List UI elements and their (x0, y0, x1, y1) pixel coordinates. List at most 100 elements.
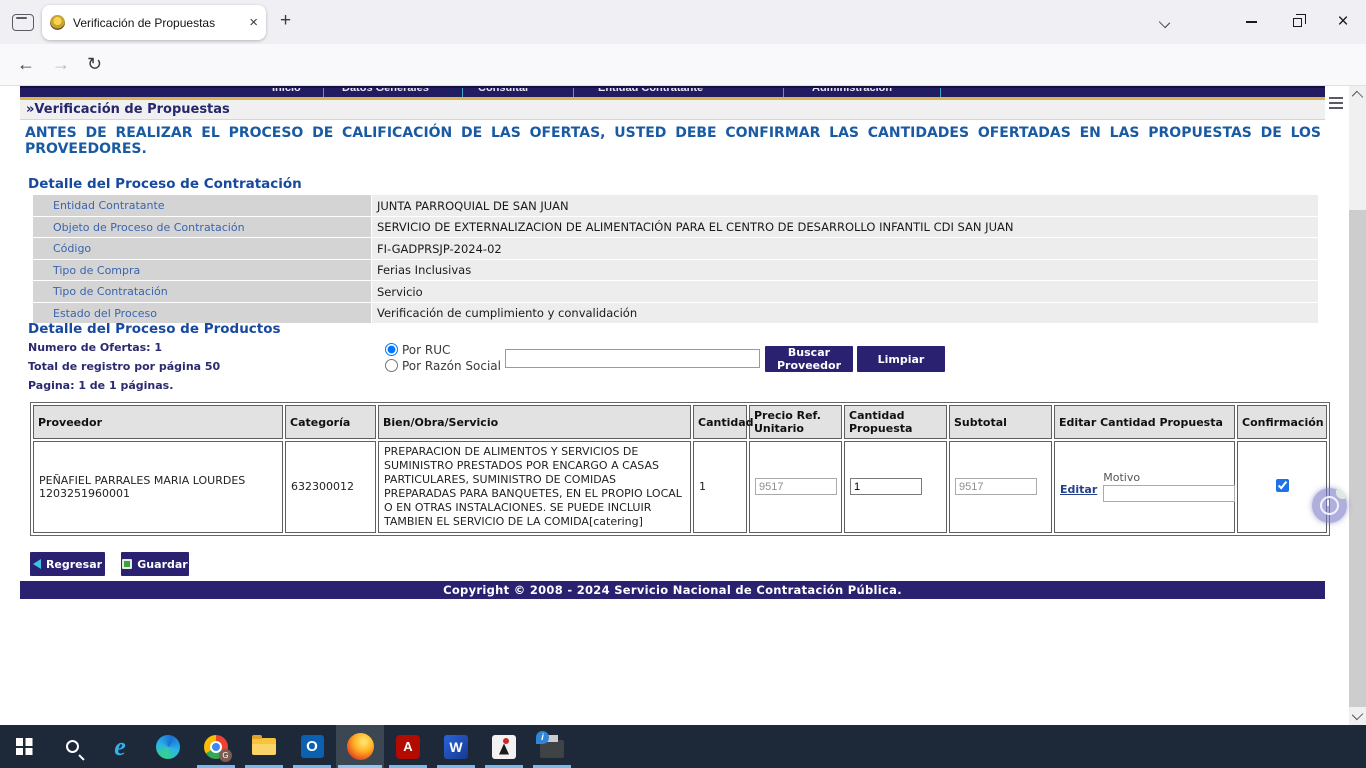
col-confirmacion: Confirmación (1237, 405, 1327, 439)
detail-row: Entidad ContratanteJUNTA PARROQUIAL DE S… (33, 195, 1318, 216)
acrobat-icon: A (396, 735, 420, 759)
guardar-button[interactable]: Guardar (121, 552, 189, 576)
motivo-input[interactable] (1103, 485, 1235, 502)
list-all-tabs-icon[interactable] (1159, 17, 1170, 28)
col-bien-obra-servicio: Bien/Obra/Servicio (378, 405, 691, 439)
window-minimize-button[interactable] (1228, 0, 1274, 44)
tab-title: Verificación de Propuestas (73, 16, 243, 30)
detail-row: CódigoFI-GADPRSJP-2024-02 (33, 238, 1318, 259)
taskbar-print-tool[interactable]: i (528, 725, 576, 768)
breadcrumb: »Verificación de Propuestas (20, 100, 1325, 117)
scrollbar-thumb[interactable] (1349, 210, 1366, 707)
radio-por-ruc-input[interactable] (385, 343, 398, 356)
forward-button[interactable]: → (52, 54, 70, 75)
outlook-icon: O (301, 735, 324, 758)
internet-explorer-icon: e (114, 734, 126, 760)
detail-row: Tipo de ContrataciónServicio (33, 281, 1318, 302)
radio-por-ruc[interactable]: Por RUC (385, 343, 501, 357)
col-categoria: Categoría (285, 405, 376, 439)
scroll-up-icon[interactable] (1352, 91, 1363, 102)
site-nav-bar: Inicio Datos Generales Consultar Entidad… (20, 86, 1325, 97)
window-restore-button[interactable] (1274, 0, 1320, 44)
search-icon (66, 740, 79, 753)
cell-editar: Editar Motivo (1054, 441, 1235, 533)
folder-icon (252, 738, 276, 755)
detail-contratacion-table: Entidad ContratanteJUNTA PARROQUIAL DE S… (33, 195, 1318, 324)
screen: Verificación de Propuestas × + × ← → ↻ h… (0, 0, 1366, 768)
cell-cantidad-propuesta (844, 441, 947, 533)
taskbar-search-button[interactable] (48, 725, 96, 768)
radio-por-razon-social[interactable]: Por Razón Social (385, 359, 501, 373)
firefox-view-icon[interactable] (12, 14, 34, 31)
taskbar-java-app[interactable] (480, 725, 528, 768)
taskbar-word[interactable]: W (432, 725, 480, 768)
reload-button[interactable]: ↻ (87, 54, 102, 75)
taskbar-edge[interactable] (144, 725, 192, 768)
warning-message: ANTES DE REALIZAR EL PROCESO DE CALIFICA… (25, 125, 1321, 157)
taskbar-file-explorer[interactable] (240, 725, 288, 768)
vertical-scrollbar[interactable] (1349, 86, 1366, 725)
col-subtotal: Subtotal (949, 405, 1052, 439)
browser-tab-strip: Verificación de Propuestas × + × (0, 0, 1366, 44)
cell-confirmacion (1237, 441, 1327, 533)
precio-ref-input (755, 478, 837, 495)
cantidad-propuesta-input[interactable] (850, 478, 922, 495)
subtotal-input (955, 478, 1037, 495)
site-favicon-icon (50, 15, 65, 30)
taskbar-ie[interactable]: e (96, 725, 144, 768)
web-page: Inicio Datos Generales Consultar Entidad… (20, 86, 1325, 725)
save-icon (122, 559, 132, 569)
section-title-contratacion: Detalle del Proceso de Contratación (28, 176, 302, 192)
detail-row: Estado del ProcesoVerificación de cumpli… (33, 303, 1318, 324)
limpiar-button[interactable]: Limpiar (857, 346, 945, 372)
browser-toolbar: ← → ↻ https://www.compraspublicas.gob.ec… (0, 44, 1366, 86)
info-bubble-icon: i (536, 731, 549, 744)
search-type-radios: Por RUC Por Razón Social (385, 343, 501, 375)
motivo-label: Motivo (1103, 471, 1235, 484)
menu-hamburger-icon[interactable] (1329, 97, 1343, 109)
java-app-icon (492, 735, 516, 759)
taskbar-outlook[interactable]: O (288, 725, 336, 768)
cell-subtotal (949, 441, 1052, 533)
col-cantidad-propuesta: Cantidad Propuesta (844, 405, 947, 439)
table-header-row: Proveedor Categoría Bien/Obra/Servicio C… (33, 405, 1327, 439)
nav-item-datos-generales[interactable]: Datos Generales (342, 86, 429, 94)
taskbar-firefox[interactable] (336, 725, 384, 768)
tab-close-icon[interactable]: × (249, 14, 258, 31)
site-footer: Copyright © 2008 - 2024 Servicio Naciona… (20, 581, 1325, 599)
screen-recorder-overlay-icon[interactable] (1312, 488, 1347, 523)
buscar-proveedor-button[interactable]: Buscar Proveedor (765, 346, 853, 372)
regresar-button[interactable]: Regresar (30, 552, 105, 576)
back-button[interactable]: ← (17, 54, 35, 75)
new-tab-button[interactable]: + (280, 10, 291, 32)
taskbar-acrobat[interactable]: A (384, 725, 432, 768)
edge-icon (156, 735, 180, 759)
section-title-productos: Detalle del Proceso de Productos (28, 321, 281, 337)
radio-por-razon-input[interactable] (385, 359, 398, 372)
col-precio-ref: Precio Ref. Unitario (749, 405, 842, 439)
nav-item-consultar[interactable]: Consultar (478, 86, 529, 94)
col-editar-cantidad: Editar Cantidad Propuesta (1054, 405, 1235, 439)
nav-item-inicio[interactable]: Inicio (272, 86, 301, 94)
cell-precio-ref (749, 441, 842, 533)
table-row: PEÑAFIEL PARRALES MARIA LOURDES120325196… (33, 441, 1327, 533)
nav-item-administracion[interactable]: Administración (812, 86, 892, 94)
products-table: Proveedor Categoría Bien/Obra/Servicio C… (30, 402, 1330, 536)
window-close-button[interactable]: × (1320, 0, 1366, 44)
taskbar-chrome[interactable]: G (192, 725, 240, 768)
num-ofertas: Numero de Ofertas: 1 (28, 341, 162, 354)
start-button[interactable] (0, 725, 48, 768)
cell-cantidad: 1 (693, 441, 747, 533)
scroll-down-icon[interactable] (1352, 709, 1363, 720)
browser-tab[interactable]: Verificación de Propuestas × (42, 5, 266, 40)
cell-categoria: 632300012 (285, 441, 376, 533)
nav-item-entidad-contratante[interactable]: Entidad Contratante (598, 86, 703, 94)
editar-link[interactable]: Editar (1060, 483, 1097, 496)
cell-descripcion: PREPARACION DE ALIMENTOS Y SERVICIOS DE … (378, 441, 691, 533)
chrome-profile-badge: G (219, 749, 232, 762)
detail-row: Objeto de Proceso de ContrataciónSERVICI… (33, 217, 1318, 238)
back-arrow-icon (33, 559, 41, 569)
confirmacion-checkbox[interactable] (1276, 479, 1289, 492)
provider-search-input[interactable] (505, 349, 760, 368)
taskbar: e G O A W i 1 26°C Nublado ESP 8:4423/10… (0, 725, 1366, 768)
